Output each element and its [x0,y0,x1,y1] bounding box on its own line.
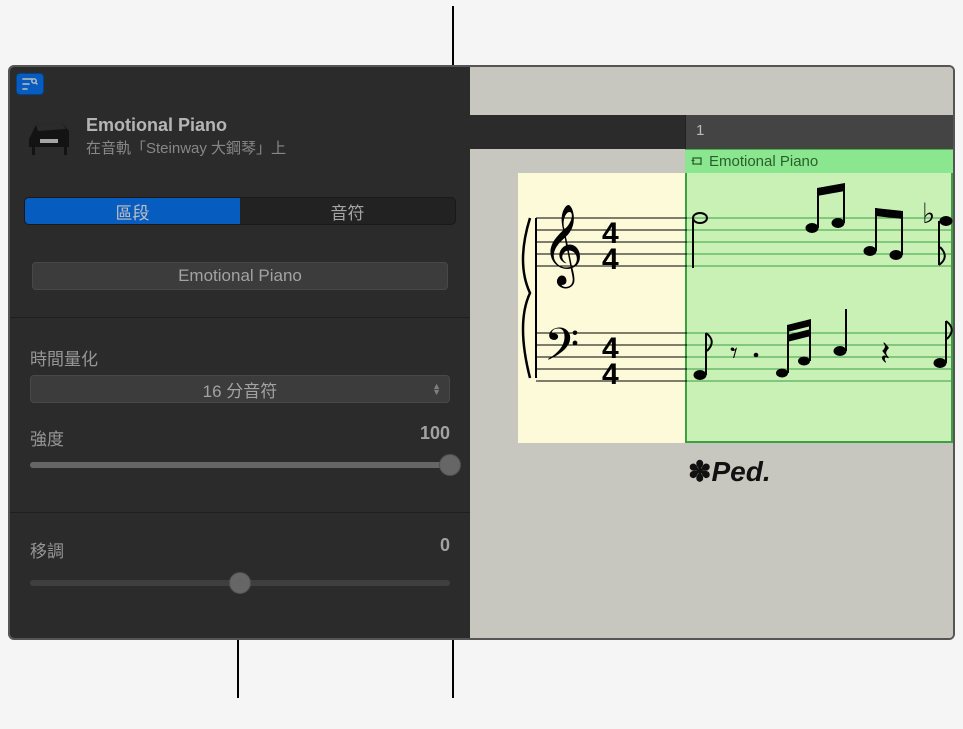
quantize-value: 16 分音符 [203,377,278,402]
tab-region[interactable]: 區段 [25,198,240,224]
time-sig-den-bass: 4 [602,358,619,391]
svg-text:𝄾: 𝄾 [730,337,738,370]
ruler-gutter [470,115,685,149]
music-staff: 𝄞 𝄢 4 4 4 4 [520,183,955,433]
strength-value[interactable]: 100 [420,423,450,444]
divider [10,317,470,318]
chevron-updown-icon: ▲▼ [432,383,441,395]
slider-knob[interactable] [439,454,461,476]
divider [10,512,470,513]
strength-slider[interactable] [30,462,450,468]
tab-note[interactable]: 音符 [240,198,455,224]
score-area: 1 Emotional Piano [470,67,953,638]
slider-knob[interactable] [229,572,251,594]
track-name: Emotional Piano [86,115,456,136]
time-sig-den-treble: 4 [602,243,619,276]
region-clip-header[interactable]: Emotional Piano [685,149,953,173]
filter-icon [22,77,38,91]
transpose-slider[interactable] [30,580,450,586]
filter-button[interactable] [16,73,44,95]
region-name-field[interactable]: Emotional Piano [32,262,448,290]
svg-text:𝄽: 𝄽 [880,335,890,373]
loop-icon [691,156,703,168]
slider-fill [30,462,450,468]
treble-clef: 𝄞 [542,205,583,288]
transpose-label: 移調 [30,537,64,562]
staff-background[interactable]: 𝄞 𝄢 4 4 4 4 [470,173,953,443]
track-header: Emotional Piano 在音軌「Steinway 大鋼琴」上 [24,115,456,158]
pedal-marking: ✽Ped. [688,455,771,489]
piano-icon [24,117,74,157]
ruler[interactable]: 1 [470,115,953,149]
track-subtitle: 在音軌「Steinway 大鋼琴」上 [86,137,456,158]
region-clip-title: Emotional Piano [709,153,818,170]
transpose-value[interactable]: 0 [440,535,450,556]
quantize-popup[interactable]: 16 分音符 ▲▼ [30,375,450,403]
editor-window: Emotional Piano 在音軌「Steinway 大鋼琴」上 區段 音符… [8,65,955,640]
quantize-label: 時間量化 [30,345,98,370]
bass-clef: 𝄢 [544,319,579,381]
inspector-panel: Emotional Piano 在音軌「Steinway 大鋼琴」上 區段 音符… [10,67,470,638]
staff-gutter [470,173,518,443]
strength-label: 強度 [30,425,64,450]
svg-text:♭: ♭ [922,198,935,229]
inspector-tabs: 區段 音符 [24,197,456,225]
ruler-bar-number: 1 [685,115,953,149]
